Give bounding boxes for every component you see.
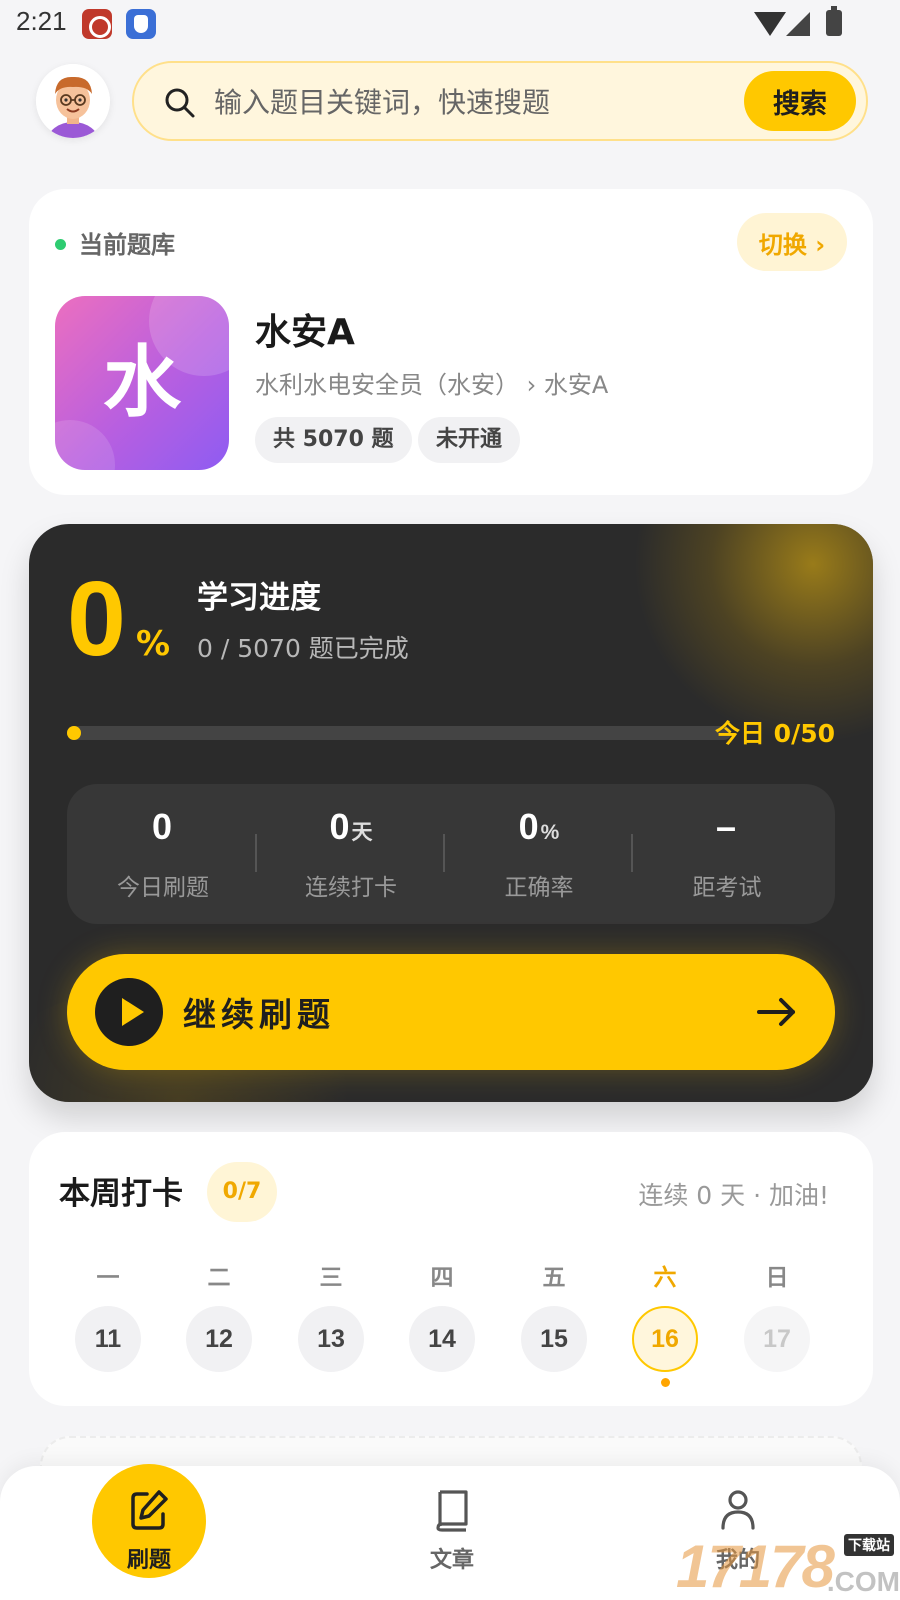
stat-accuracy: 0% 正确率 [443, 784, 635, 924]
question-count-tag: 共 5070 题 [255, 417, 412, 463]
stat-value: 0% [518, 806, 560, 847]
progress-percent: 0 [67, 560, 126, 678]
nav-item-articles[interactable]: 文章 [392, 1466, 512, 1600]
watermark-text: 17178 [676, 1533, 835, 1600]
progress-percent-sign: % [136, 624, 171, 664]
streak-message: 连续 0 天 · 加油! [638, 1181, 829, 1210]
nav-item-practice[interactable]: 刷题 [89, 1466, 209, 1600]
search-input[interactable] [214, 77, 714, 127]
bank-logo-char: 水 [102, 338, 181, 428]
nav-label: 刷题 [126, 1548, 171, 1573]
activation-status-tag: 未开通 [418, 417, 521, 463]
progress-title: 学习进度 [197, 580, 321, 616]
day-date: 16 [632, 1306, 698, 1372]
status-time: 2:21 [16, 6, 67, 36]
nav-label: 文章 [429, 1548, 474, 1573]
signal-icon [786, 12, 810, 36]
battery-icon [826, 6, 842, 36]
continue-practice-button[interactable]: 继续刷题 [67, 954, 835, 1070]
progress-bar [67, 726, 731, 740]
bank-breadcrumb[interactable]: 水利水电安全员（水安） › 水安A [255, 365, 608, 400]
today-indicator-dot [660, 1378, 670, 1387]
day-name: 六 [653, 1265, 677, 1291]
search-icon [165, 88, 195, 118]
day-date: 14 [409, 1306, 475, 1372]
day-sunday[interactable]: 日 17 [744, 1258, 810, 1372]
app-notification-icon [126, 9, 156, 39]
day-name: 日 [765, 1265, 789, 1291]
arrow-right-icon [757, 998, 795, 1026]
day-name: 二 [207, 1265, 231, 1291]
continue-practice-label: 继续刷题 [183, 996, 335, 1033]
person-icon [721, 1490, 755, 1530]
bank-section-label: 当前题库 [79, 231, 175, 259]
stats-panel: 0 今日刷题 0天 连续打卡 0% 正确率 – 距考试 [67, 784, 835, 924]
day-date: 15 [521, 1306, 587, 1372]
status-bar: 2:21 [0, 0, 900, 50]
day-name: 四 [430, 1265, 454, 1291]
avatar-face-icon [36, 64, 110, 138]
stat-value: 0 [151, 806, 173, 847]
book-icon [436, 1490, 468, 1532]
day-friday[interactable]: 五 15 [521, 1258, 587, 1372]
edit-icon [131, 1490, 168, 1530]
stat-label: 连续打卡 [305, 875, 397, 901]
stat-streak: 0天 连续打卡 [255, 784, 447, 924]
weekly-checkin-title: 本周打卡 [59, 1176, 183, 1212]
stat-value: – [715, 806, 737, 847]
day-name: 五 [542, 1265, 566, 1291]
search-button[interactable]: 搜索 [744, 71, 856, 131]
day-date: 11 [75, 1306, 141, 1372]
stat-value: 0天 [329, 806, 373, 847]
weekly-checkin-badge: 0/7 [207, 1162, 277, 1222]
today-goal: 今日 0/50 [714, 719, 835, 748]
day-name: 一 [96, 1265, 120, 1291]
stat-label: 今日刷题 [117, 875, 209, 901]
weekly-checkin-card: 本周打卡 0/7 连续 0 天 · 加油! 一 11 二 12 三 13 四 1… [29, 1132, 873, 1406]
stat-label: 正确率 [504, 875, 574, 901]
search-bar: 搜索 [132, 61, 868, 141]
wifi-icon [754, 12, 786, 36]
day-date: 17 [744, 1306, 810, 1372]
weibo-notification-icon [82, 9, 112, 39]
day-tuesday[interactable]: 二 12 [186, 1258, 252, 1372]
progress-bar-fill [67, 726, 81, 740]
day-monday[interactable]: 一 11 [75, 1258, 141, 1372]
stat-days-to-exam: – 距考试 [631, 784, 823, 924]
avatar[interactable] [36, 64, 110, 138]
watermark-suffix: .COM [826, 1566, 900, 1597]
day-wednesday[interactable]: 三 13 [298, 1258, 364, 1372]
day-saturday-today[interactable]: 六 16 [632, 1258, 698, 1387]
bank-name[interactable]: 水安A [255, 303, 355, 355]
card-glow [633, 524, 873, 744]
site-watermark: 17178 下载站 .COM [676, 1528, 900, 1600]
day-date: 13 [298, 1306, 364, 1372]
study-progress-card: 0 % 学习进度 0 / 5070 题已完成 今日 0/50 0 今日刷题 0天… [29, 524, 873, 1102]
current-bank-card: 当前题库 切换 › 水 水安A 水利水电安全员（水安） › 水安A 共 5070… [29, 189, 873, 495]
day-name: 三 [319, 1265, 343, 1291]
bank-logo[interactable]: 水 [55, 296, 229, 470]
watermark-site: 下载站 [844, 1534, 894, 1556]
play-icon [95, 978, 163, 1046]
day-date: 12 [186, 1306, 252, 1372]
stat-label: 距考试 [692, 875, 762, 901]
active-dot-icon [55, 239, 66, 250]
progress-completed-count: 0 / 5070 题已完成 [197, 634, 409, 663]
stat-today-questions: 0 今日刷题 [67, 784, 259, 924]
switch-bank-button[interactable]: 切换 › [737, 213, 847, 271]
day-thursday[interactable]: 四 14 [409, 1258, 475, 1372]
